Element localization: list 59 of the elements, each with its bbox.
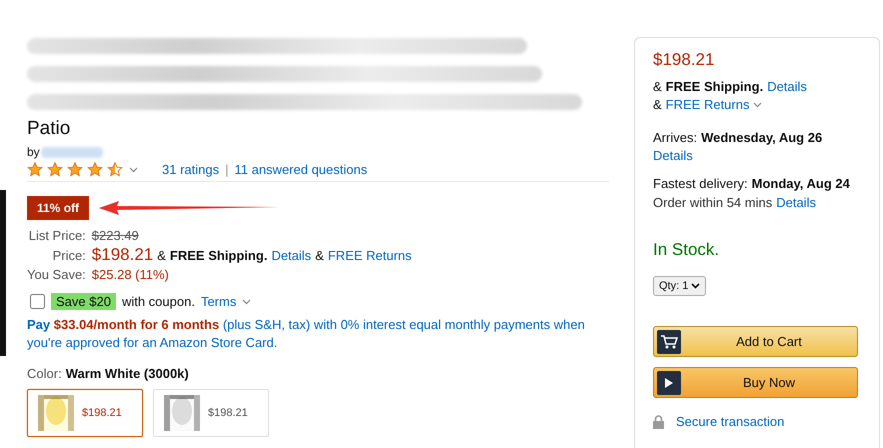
ampersand: & xyxy=(315,248,324,262)
fastest-date: Monday, Aug 24 xyxy=(752,176,850,191)
list-price-label: List Price: xyxy=(28,228,86,243)
star-icon xyxy=(67,162,83,177)
stock-status: In Stock. xyxy=(653,240,720,260)
buybox-price: $198.21 xyxy=(653,50,716,70)
color-label: Color: xyxy=(27,366,62,381)
buy-now-button[interactable]: Buy Now xyxy=(653,367,858,398)
color-swatch[interactable]: $198.21 xyxy=(153,389,269,437)
price: $198.21 xyxy=(92,245,154,265)
coupon-text: with coupon. xyxy=(122,294,195,309)
product-title: Patio xyxy=(27,117,72,141)
shipping-text: FREE Shipping. xyxy=(170,248,268,262)
fastest-label: Fastest delivery: xyxy=(653,176,748,191)
financing-text: Pay $33.04/month for 6 months (plus S&H, tax) with 0% interest equal monthly payments when you're approved for an Amazon Store Card. xyxy=(27,316,586,352)
shipping-text: FREE Shipping. xyxy=(666,79,764,94)
arrives-date: Wednesday, Aug 26 xyxy=(701,130,822,145)
details-link[interactable]: Details xyxy=(776,195,816,210)
star-icon xyxy=(107,162,123,177)
chevron-icon xyxy=(691,283,700,289)
details-link[interactable]: Details xyxy=(767,79,807,94)
questions-link[interactable]: 11 answered questions xyxy=(234,162,368,177)
cart-icon xyxy=(657,330,681,354)
play-icon xyxy=(657,370,681,394)
coupon-badge: Save $20 xyxy=(51,293,116,310)
caret-icon xyxy=(753,102,762,108)
star-icon xyxy=(27,162,43,177)
star-icon xyxy=(87,162,103,177)
terms-link[interactable]: Terms xyxy=(200,294,236,309)
returns-link[interactable]: FREE Returns xyxy=(666,97,750,112)
list-price: $223.49 xyxy=(92,228,140,243)
you-save: $25.28 (11%) xyxy=(92,267,170,282)
deal-badge: 11% off xyxy=(27,196,90,220)
color-swatch[interactable]: $198.21 xyxy=(27,389,143,437)
ampersand: & xyxy=(653,79,662,94)
ampersand: & xyxy=(653,97,662,112)
details-link[interactable]: Details xyxy=(271,248,312,262)
star-icon xyxy=(47,162,63,177)
details-link[interactable]: Details xyxy=(653,148,879,163)
lock-icon xyxy=(653,414,664,428)
caret-icon xyxy=(129,166,138,172)
color-value: Warm White (3000k) xyxy=(66,366,189,381)
arrives-label: Arrives: xyxy=(653,130,698,145)
separator: | xyxy=(225,162,228,177)
swatch-price: $198.21 xyxy=(82,407,122,419)
redaction-mark xyxy=(40,146,103,158)
ratings-link[interactable]: 31 ratings xyxy=(162,162,220,177)
byline: by xyxy=(27,145,40,159)
price-label: Price: xyxy=(52,248,86,263)
returns-link[interactable]: FREE Returns xyxy=(328,248,412,262)
caret-icon xyxy=(242,298,252,304)
order-within: Order within 54 mins xyxy=(653,195,772,210)
quantity-dropdown[interactable]: Qty: 1 xyxy=(653,276,706,296)
ampersand: & xyxy=(157,248,166,262)
swatch-price: $198.21 xyxy=(208,407,248,419)
secure-transaction-link[interactable]: Secure transaction xyxy=(676,414,784,429)
coupon-checkbox[interactable] xyxy=(30,294,45,309)
add-to-cart-button[interactable]: Add to Cart xyxy=(653,326,858,357)
you-save-label: You Save: xyxy=(27,267,86,282)
